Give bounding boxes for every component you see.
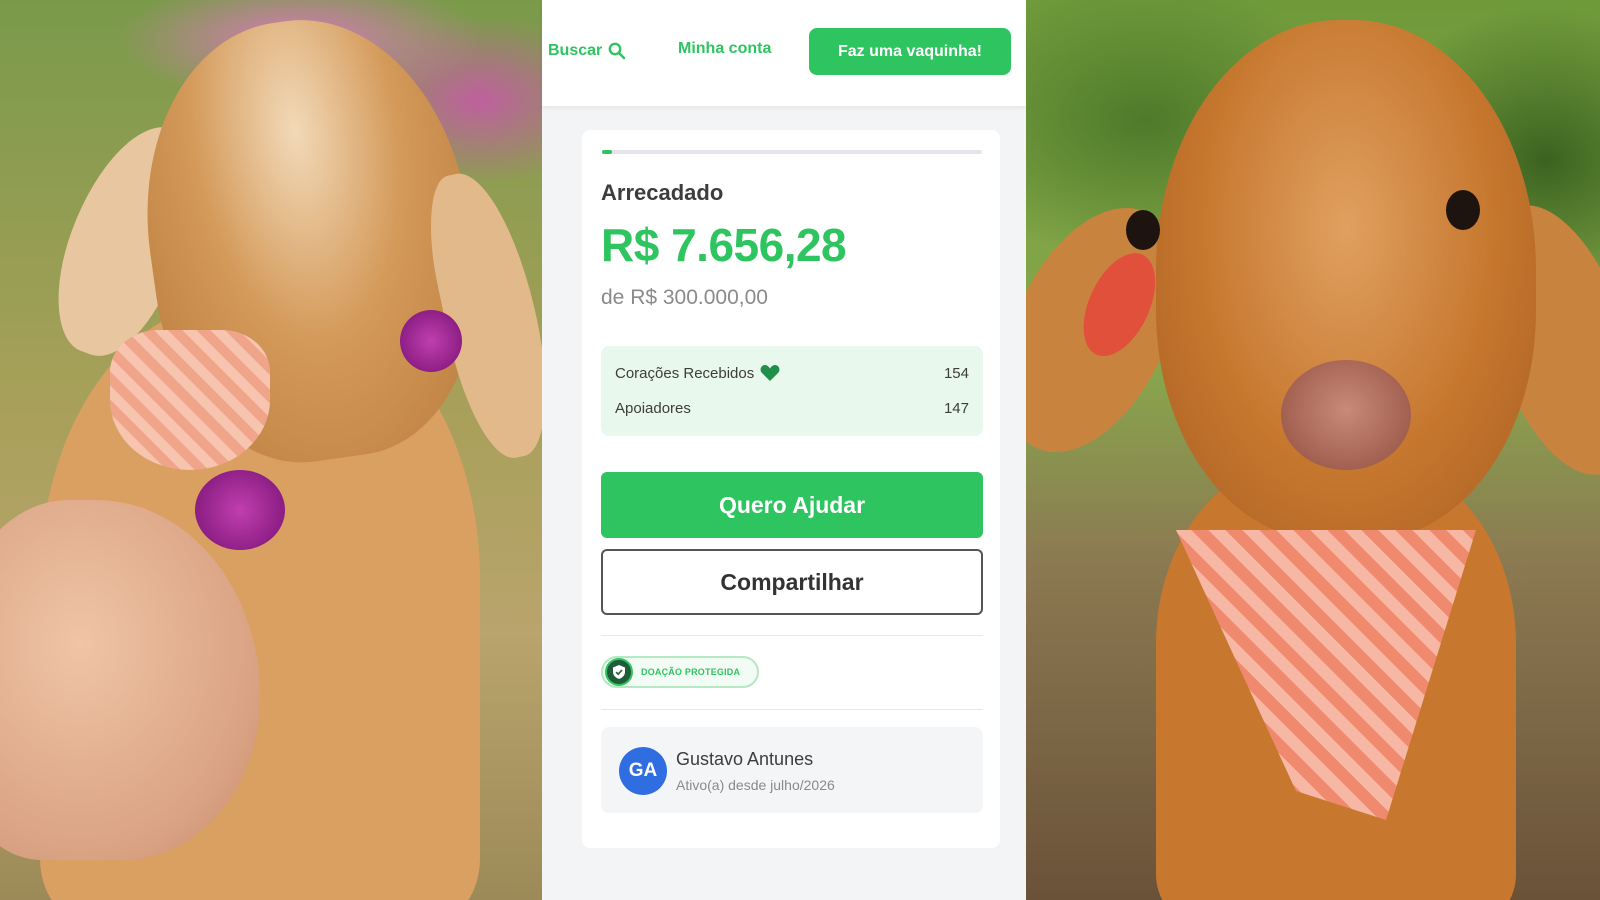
avatar: GA: [619, 747, 667, 795]
campaign-summary-card: Arrecadado R$ 7.656,28 de R$ 300.000,00 …: [582, 130, 1000, 848]
search-label: Buscar: [548, 42, 603, 59]
top-navigation: Buscar Minha conta Faz uma vaquinha!: [542, 0, 1026, 106]
raised-label: Arrecadado: [601, 180, 724, 205]
goat-photo-left: [0, 0, 542, 900]
stats-box: Corações Recebidos 154 Apoiadores 147: [601, 346, 983, 436]
start-campaign-button[interactable]: Faz uma vaquinha!: [809, 28, 1011, 75]
goat-eye: [1446, 190, 1480, 230]
supporters-count: 147: [943, 399, 969, 417]
flower: [195, 470, 285, 550]
organizer-active-since: Ativo(a) desde julho/2026: [676, 777, 835, 793]
divider: [601, 635, 983, 636]
protected-donation-badge: DOAÇÃO PROTEGIDA: [601, 656, 759, 688]
crowdfunding-panel: Buscar Minha conta Faz uma vaquinha! Arr…: [542, 0, 1026, 900]
hearts-label: Corações Recebidos: [615, 364, 755, 382]
hearts-row: Corações Recebidos 154: [615, 362, 969, 384]
goat-photo-right: [1026, 0, 1600, 900]
supporters-row: Apoiadores 147: [615, 397, 969, 419]
goat-nose: [1281, 360, 1411, 470]
hearts-label-group: Corações Recebidos: [615, 364, 780, 382]
my-account-link[interactable]: Minha conta: [678, 40, 771, 58]
goat-eye: [1126, 210, 1160, 250]
raised-amount: R$ 7.656,28: [601, 219, 847, 271]
goal-amount: de R$ 300.000,00: [601, 286, 768, 309]
shield-icon: [605, 658, 633, 686]
badge-label: DOAÇÃO PROTEGIDA: [641, 667, 741, 677]
progress-bar: [602, 150, 982, 154]
search-link[interactable]: Buscar: [548, 40, 626, 62]
supporters-label: Apoiadores: [615, 399, 691, 417]
organizer-card[interactable]: GA Gustavo Antunes Ativo(a) desde julho/…: [601, 727, 983, 813]
hearts-count: 154: [943, 364, 969, 382]
flower: [400, 310, 462, 372]
heart-icon: [760, 364, 780, 382]
organizer-name: Gustavo Antunes: [676, 749, 814, 769]
donate-button[interactable]: Quero Ajudar: [601, 472, 983, 538]
divider: [601, 709, 983, 710]
progress-bar-fill: [602, 150, 612, 154]
goat-scarf: [110, 330, 270, 470]
share-button[interactable]: Compartilhar: [601, 549, 983, 615]
search-icon: [608, 42, 626, 60]
